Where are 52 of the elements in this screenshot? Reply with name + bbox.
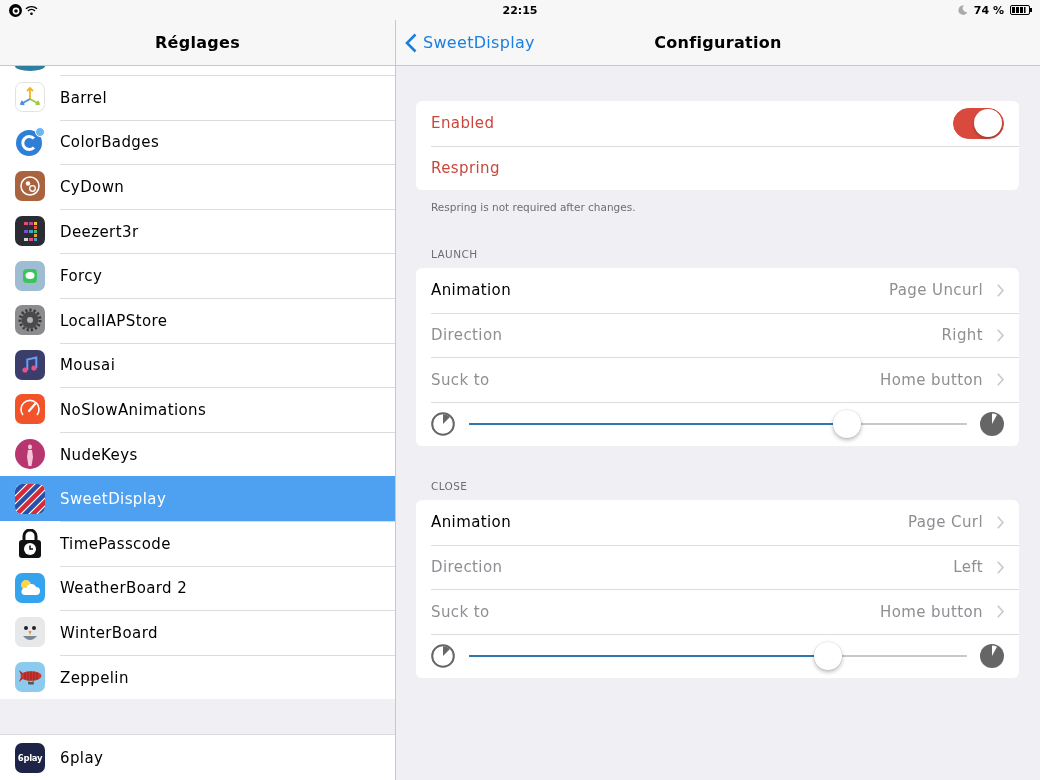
snowman-icon — [15, 617, 45, 648]
row-label[interactable]: Animation — [431, 513, 512, 532]
sun-cloud-icon — [15, 572, 45, 603]
wifi-icon — [25, 5, 38, 15]
ring-icon — [15, 126, 45, 157]
circle-logo-icon — [9, 3, 22, 17]
row-value: Page Curl — [908, 513, 983, 532]
back-button[interactable]: SweetDisplay — [405, 32, 535, 53]
chat-bubble-icon — [15, 260, 45, 291]
music-note-icon — [15, 349, 45, 380]
slider-thumb[interactable] — [833, 410, 862, 439]
striped-icon — [15, 483, 45, 514]
pie-outline-icon — [431, 412, 455, 437]
gauge-icon — [15, 394, 45, 425]
section-header: LAUNCH — [430, 247, 479, 261]
chevron-icon — [997, 605, 1004, 619]
chevron-icon — [997, 328, 1004, 342]
nav-title: Configuration — [654, 33, 782, 52]
pie-outline-icon — [431, 644, 455, 669]
battery-icon — [1010, 5, 1032, 15]
gear-icon — [15, 305, 45, 336]
row-value: Page Uncurl — [888, 281, 983, 300]
padlock-icon — [19, 528, 41, 558]
app-icon — [15, 66, 45, 71]
toggle-label: Enabled — [431, 114, 495, 133]
bars-icon — [15, 216, 45, 247]
status-time: 22:15 — [502, 3, 538, 17]
chevron-icon — [997, 283, 1004, 297]
moon-icon — [957, 5, 968, 15]
chevron-icon — [997, 373, 1004, 387]
row-value: Left — [953, 558, 983, 577]
pie-filled-icon — [980, 644, 1004, 669]
airship-icon — [15, 662, 45, 692]
slider-thumb[interactable] — [813, 642, 842, 671]
app-logo: 6play — [15, 742, 45, 773]
section-footer: Respring is not required after changes. — [416, 200, 1019, 214]
chevron-icon — [405, 32, 417, 53]
row-label[interactable]: Animation — [431, 281, 512, 300]
chevron-icon — [997, 515, 1004, 529]
chevron-icon — [997, 560, 1004, 574]
nav-title: Réglages — [154, 33, 241, 52]
action-button[interactable]: Respring — [431, 159, 500, 178]
arrows-icon — [15, 82, 45, 113]
row-value: Right — [941, 326, 983, 345]
silhouette-icon — [15, 439, 45, 470]
pie-filled-icon — [980, 412, 1004, 437]
circle-tile-icon — [15, 171, 45, 202]
row-value: Home button — [880, 370, 983, 389]
battery-percent: 74 % — [973, 3, 1004, 17]
section-header: CLOSE — [430, 479, 469, 493]
toggle-switch[interactable] — [953, 107, 1004, 139]
row-value: Home button — [880, 602, 983, 621]
